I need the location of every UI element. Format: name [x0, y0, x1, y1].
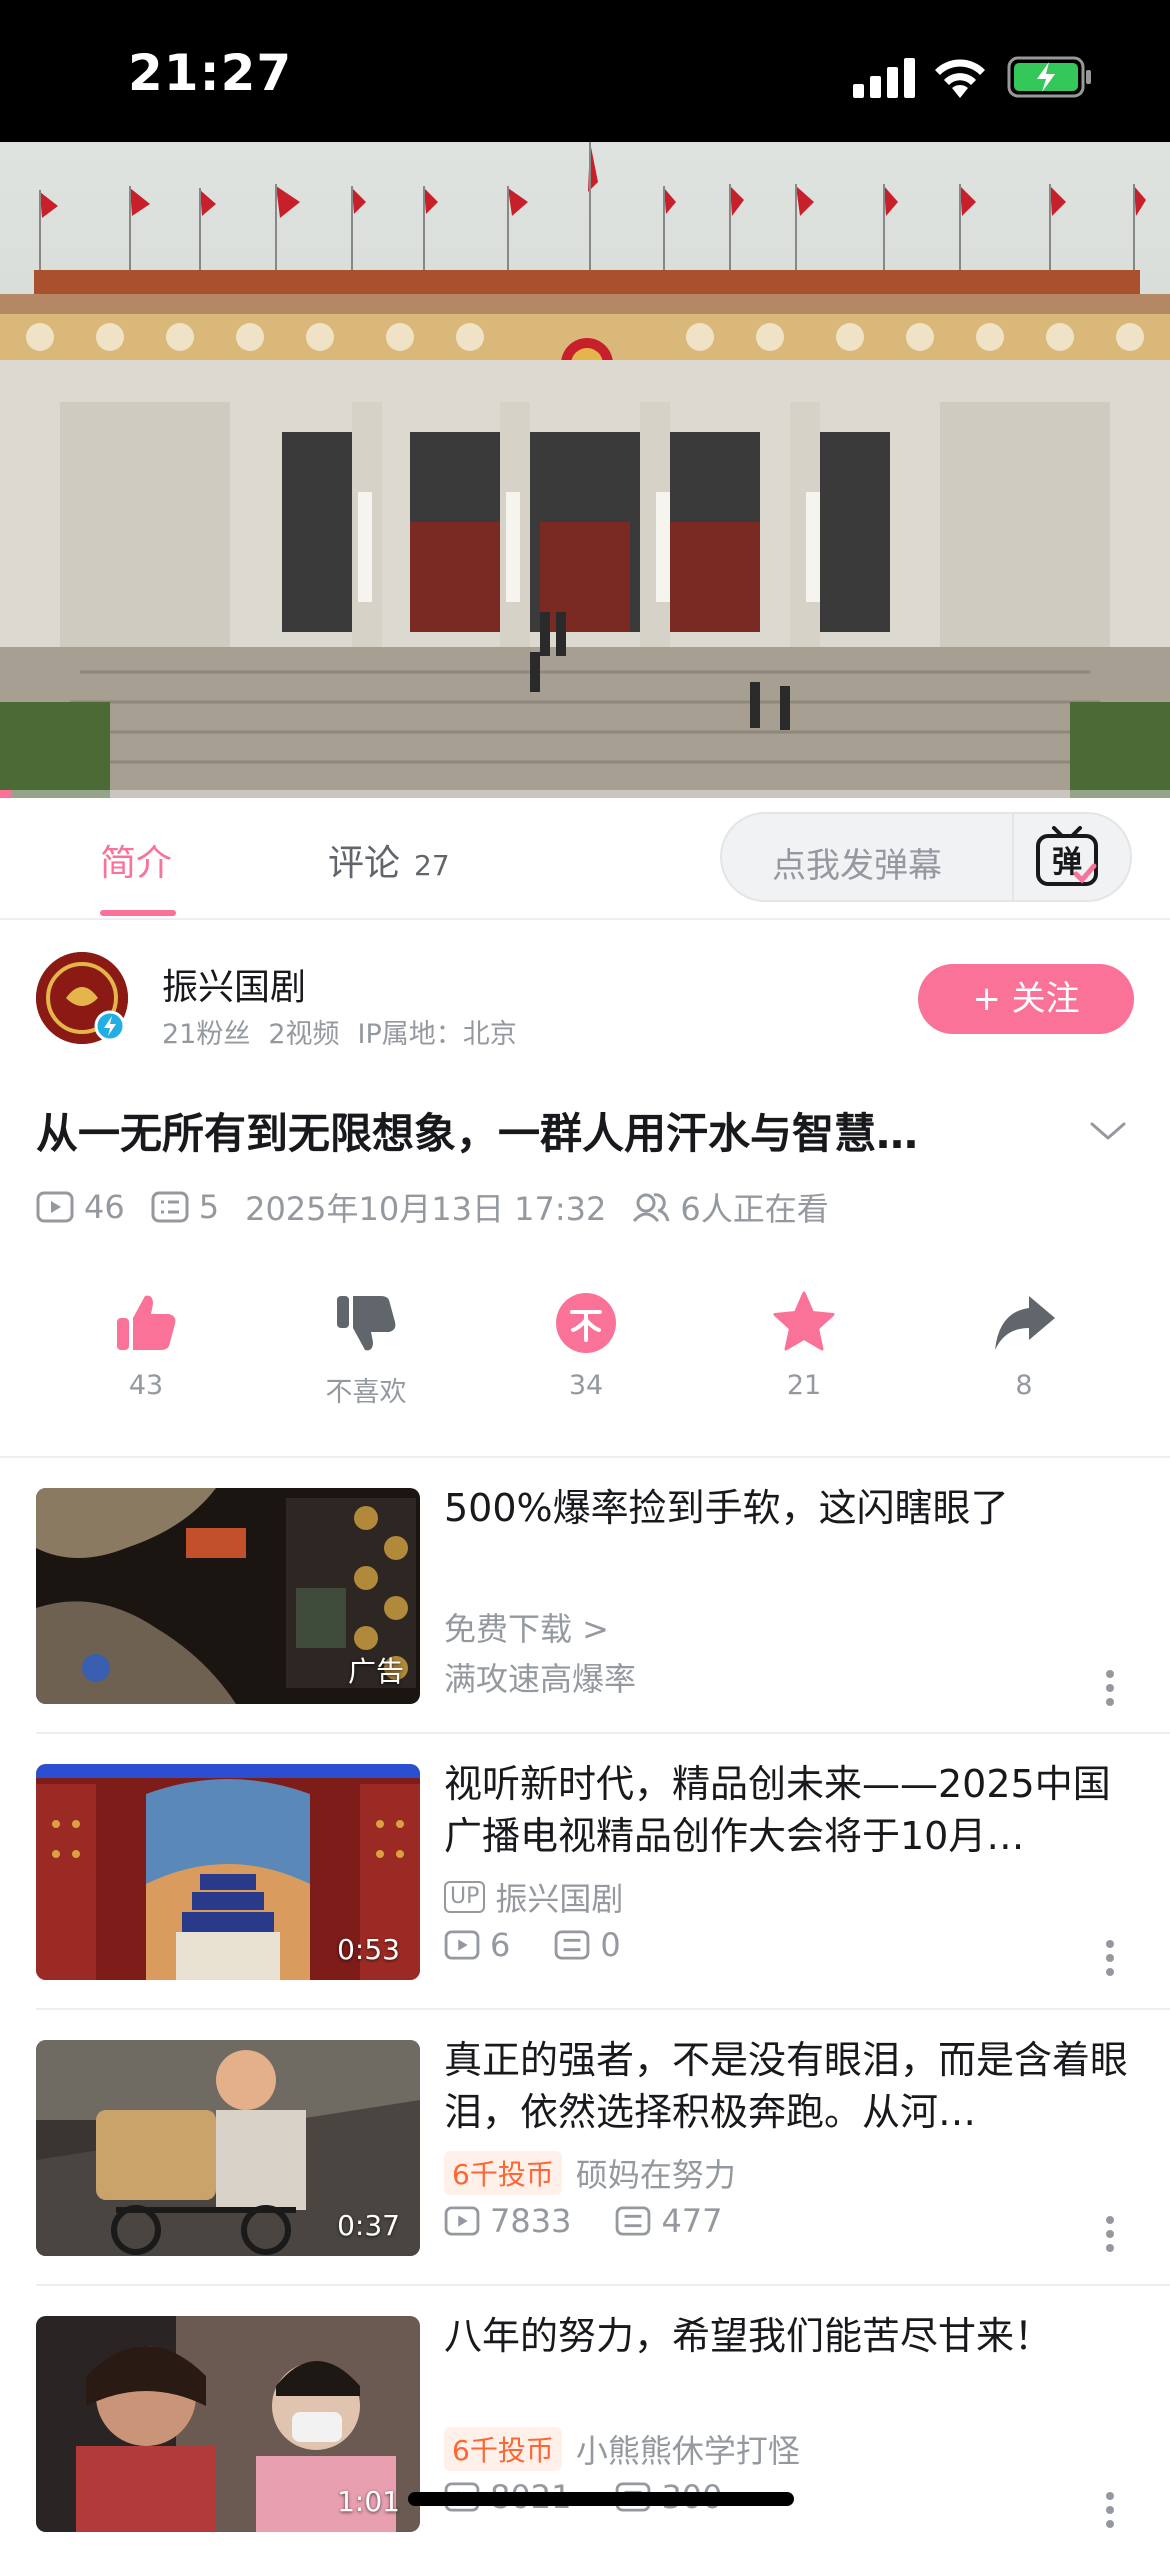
play-count-icon	[444, 2206, 480, 2236]
thumbs-down-icon	[337, 1296, 396, 1351]
publish-datetime: 2025年10月13日 17:32	[245, 1190, 607, 1228]
tab-intro[interactable]: 简介	[100, 834, 172, 886]
chevron-down-icon[interactable]	[1088, 1116, 1128, 1146]
coin-badge: 6千投币	[444, 2427, 562, 2471]
dislike-label: 不喜欢	[325, 1377, 407, 1408]
recommend-thumbnail[interactable]: 广告	[36, 1488, 420, 1704]
tab-comments[interactable]: 评论 27	[328, 834, 450, 886]
play-count-icon	[444, 1930, 480, 1960]
favorite-button[interactable]: 21	[734, 1290, 874, 1401]
recommend-uploader-name: 振兴国剧	[495, 1880, 624, 1918]
recommend-title[interactable]: 八年的努力，希望我们能苦尽甘来！	[444, 2310, 1134, 2362]
recommend-uploader[interactable]: 6千投币 小熊熊休学打怪	[444, 2426, 800, 2472]
battery-charging-icon	[1007, 56, 1091, 98]
video-player[interactable]	[0, 142, 1170, 798]
danmaku-placeholder: 点我发弹幕	[772, 846, 942, 886]
video-frame-image	[0, 142, 1170, 798]
more-options-icon[interactable]	[1096, 1938, 1124, 1978]
recommend-uploader[interactable]: UP 振兴国剧	[444, 1874, 623, 1920]
video-title: 从一无所有到无限想象，一群人用汗水与智慧…	[36, 1109, 919, 1158]
coin-icon	[556, 1293, 616, 1353]
like-button[interactable]: 43	[76, 1290, 216, 1401]
status-bar: 21:27	[0, 0, 1170, 142]
thumbs-up-icon	[117, 1295, 176, 1350]
follow-button[interactable]: + 关注	[918, 964, 1134, 1034]
recommend-plays: 7833	[490, 2202, 572, 2240]
tab-active-indicator	[100, 910, 176, 916]
recommend-ad[interactable]: 广告 500%爆率捡到手软，这闪瞎眼了 免费下载 > 满攻速高爆率	[0, 1458, 1170, 1734]
uploader-ip: IP属地：北京	[357, 1019, 517, 1050]
coin-button[interactable]: 34	[516, 1290, 656, 1401]
ad-label: 广告	[347, 1655, 404, 1688]
ad-subtitle: 满攻速高爆率	[444, 1660, 637, 1698]
recommend-stats: 6 0	[444, 1926, 665, 1964]
recommend-plays: 6	[490, 1926, 511, 1964]
video-progress-bar[interactable]	[0, 790, 1170, 798]
recommend-uploader[interactable]: 6千投币 硕妈在努力	[444, 2150, 736, 2196]
danmaku-count: 5	[151, 1188, 219, 1226]
recommend-danmaku: 0	[600, 1926, 621, 1964]
recommend-item[interactable]: 0:37 真正的强者，不是没有眼泪，而是含着眼泪，依然选择积极奔跑。从河… 6千…	[0, 2010, 1170, 2286]
recommend-thumbnail[interactable]: 0:53	[36, 1764, 420, 1980]
more-options-icon[interactable]	[1096, 1668, 1124, 1708]
uploader-videos: 2视频	[268, 1019, 340, 1050]
like-count: 43	[128, 1370, 164, 1401]
wifi-icon	[935, 59, 985, 98]
avatar[interactable]	[36, 952, 128, 1044]
watching-now: 6人正在看	[632, 1184, 829, 1230]
video-duration: 1:01	[337, 2485, 400, 2518]
video-duration: 0:37	[337, 2209, 400, 2242]
recommend-stats: 7833 477	[444, 2202, 767, 2240]
recommend-danmaku: 477	[661, 2202, 723, 2240]
video-progress-fill	[0, 790, 12, 798]
recommend-uploader-name: 小熊熊休学打怪	[575, 2432, 800, 2470]
recommend-title[interactable]: 视听新时代，精品创未来——2025中国广播电视精品创作大会将于10月…	[444, 1758, 1134, 1862]
recommend-item[interactable]: 1:01 八年的努力，希望我们能苦尽甘来！ 6千投币小熊熊休学打怪 8021 3…	[0, 2286, 1170, 2562]
play-count: 46	[36, 1188, 125, 1226]
comments-count: 27	[414, 849, 450, 882]
viewers-icon	[633, 1193, 670, 1223]
danmaku-count-icon	[151, 1191, 189, 1223]
recommend-title[interactable]: 真正的强者，不是没有眼泪，而是含着眼泪，依然选择积极奔跑。从河…	[444, 2034, 1134, 2138]
dislike-button[interactable]: 不喜欢	[296, 1290, 436, 1409]
favorite-count: 21	[786, 1370, 822, 1401]
video-stats: 46 5 2025年10月13日 17:32 6人正在看	[36, 1184, 855, 1230]
uploader-name[interactable]: 振兴国剧	[162, 958, 306, 1010]
share-count: 8	[1015, 1370, 1033, 1401]
up-tag: UP	[444, 1881, 486, 1913]
recommend-thumbnail[interactable]: 0:37	[36, 2040, 420, 2256]
status-time: 21:27	[128, 44, 293, 102]
coin-badge: 6千投币	[444, 2151, 562, 2195]
tab-comments-label: 评论	[328, 843, 401, 884]
share-button[interactable]: 8	[954, 1290, 1094, 1401]
recommend-title[interactable]: 500%爆率捡到手软，这闪瞎眼了	[444, 1482, 1134, 1534]
recommend-uploader-name: 硕妈在努力	[575, 2156, 736, 2194]
danmaku-count-icon	[555, 1930, 590, 1960]
share-icon	[995, 1296, 1055, 1350]
play-count-icon	[36, 1191, 74, 1223]
watching-now-text: 6人正在看	[680, 1190, 829, 1228]
recommend-thumbnail[interactable]: 1:01	[36, 2316, 420, 2532]
more-options-icon[interactable]	[1096, 2490, 1124, 2530]
danmaku-input[interactable]: 点我发弹幕 弹	[720, 812, 1132, 902]
cellular-signal-icon	[853, 58, 915, 98]
danmaku-toggle-icon[interactable]: 弹	[1032, 826, 1102, 890]
more-options-icon[interactable]	[1096, 2214, 1124, 2254]
star-icon	[773, 1291, 835, 1351]
home-indicator[interactable]	[408, 2492, 794, 2506]
danmaku-count-icon	[616, 2206, 651, 2236]
coin-count: 34	[568, 1370, 604, 1401]
ad-download-link[interactable]: 免费下载 >	[444, 1604, 609, 1650]
uploader-followers: 21粉丝	[162, 1019, 251, 1050]
video-duration: 0:53	[337, 1933, 400, 1966]
play-count-value: 46	[84, 1188, 125, 1226]
danmaku-divider	[1012, 814, 1014, 900]
danmaku-count-value: 5	[198, 1188, 220, 1226]
uploader-meta: 21粉丝 2视频 IP属地：北京	[162, 1012, 535, 1051]
recommend-item[interactable]: 0:53 视听新时代，精品创未来——2025中国广播电视精品创作大会将于10月……	[0, 1734, 1170, 2010]
